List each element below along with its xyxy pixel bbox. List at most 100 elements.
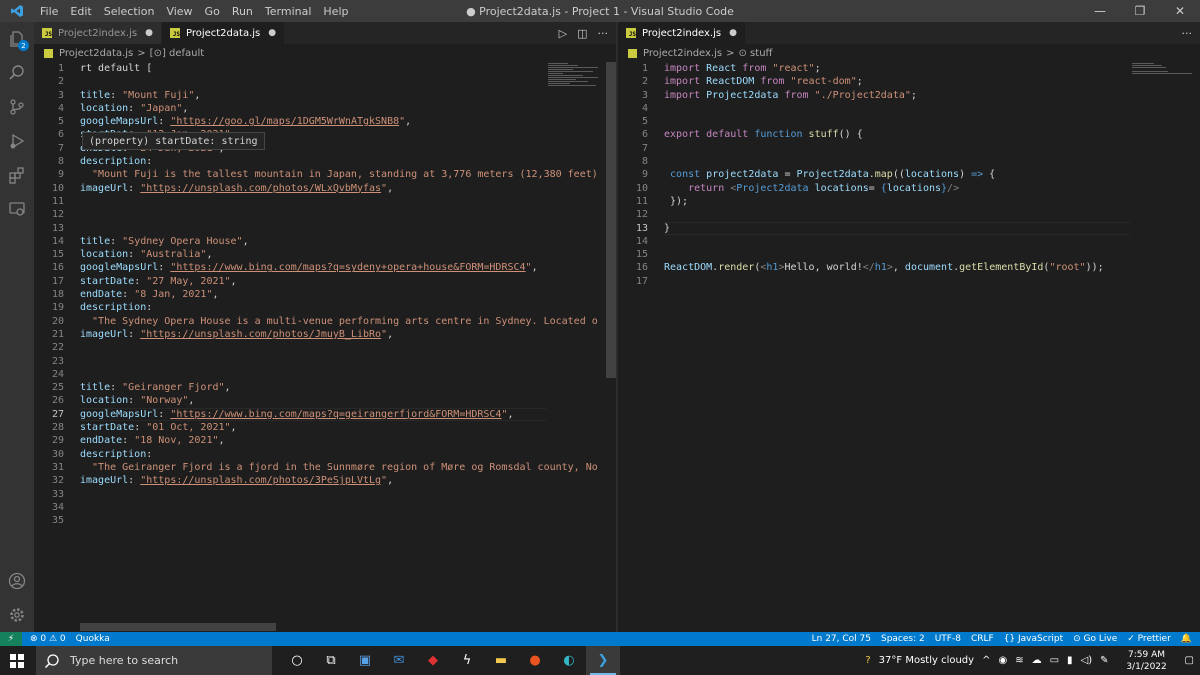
run-debug-button[interactable] <box>0 124 34 158</box>
menu-terminal[interactable]: Terminal <box>259 5 318 18</box>
store-app[interactable]: ▣ <box>348 646 382 675</box>
code-line[interactable]: 20 "The Sydney Opera House is a multi-ve… <box>34 315 616 328</box>
encoding[interactable]: UTF-8 <box>935 634 961 644</box>
notifications-icon[interactable]: 🔔 <box>1181 634 1192 644</box>
edge-app[interactable]: ◐ <box>552 646 586 675</box>
code-line[interactable]: 1 rt default [ <box>34 62 616 75</box>
code-line[interactable]: 22 <box>34 341 616 354</box>
breadcrumb-symbol[interactable]: ⊙ stuff <box>739 48 773 59</box>
minimap-left[interactable] <box>548 62 608 112</box>
cortana-button[interactable]: ○ <box>280 646 314 675</box>
antivirus-app[interactable]: ◆ <box>416 646 450 675</box>
breadcrumb-file[interactable]: Project2index.js <box>643 48 722 59</box>
start-button[interactable] <box>0 653 34 668</box>
code-line[interactable]: 16 ReactDOM.render(<h1>Hello, world!</h1>… <box>618 261 1200 274</box>
line-ending[interactable]: CRLF <box>971 634 994 644</box>
more-actions-icon[interactable]: ··· <box>598 27 609 40</box>
menu-view[interactable]: View <box>160 5 198 18</box>
task-view-button[interactable]: ⧉ <box>314 646 348 675</box>
code-line[interactable]: 7 <box>618 142 1200 155</box>
tab-project2index[interactable]: JS Project2index.js ● <box>34 22 162 44</box>
weather-widget[interactable]: 37°F Mostly cloudy <box>879 655 974 666</box>
code-line[interactable]: 17 startDate: "27 May, 2021", <box>34 275 616 288</box>
code-line[interactable]: 8 description: <box>34 155 616 168</box>
code-line[interactable]: 4 location: "Japan", <box>34 102 616 115</box>
code-line[interactable]: 6 export default function stuff() { <box>618 128 1200 141</box>
notification-center-icon[interactable]: ▢ <box>1185 655 1194 666</box>
wifi-icon[interactable]: ≋ <box>1015 655 1023 666</box>
quokka-status[interactable]: Quokka <box>76 634 110 644</box>
menu-file[interactable]: File <box>34 5 64 18</box>
code-line[interactable]: 27 googleMapsUrl: "https://www.bing.com/m… <box>34 407 616 422</box>
display-icon[interactable]: ▭ <box>1050 655 1059 666</box>
code-line[interactable]: 14 title: "Sydney Opera House", <box>34 235 616 248</box>
code-line[interactable]: 10 imageUrl: "https://unsplash.com/photos… <box>34 182 616 195</box>
horizontal-scrollbar[interactable] <box>80 623 276 631</box>
tab-project2index[interactable]: JS Project2index.js ● <box>618 22 746 44</box>
accounts-button[interactable] <box>0 564 34 598</box>
code-line[interactable]: 32 imageUrl: "https://unsplash.com/photos… <box>34 474 616 487</box>
maximize-button[interactable]: ❐ <box>1120 0 1160 22</box>
prettier-status[interactable]: ✓ Prettier <box>1127 634 1171 644</box>
volume-icon[interactable]: ◁) <box>1081 655 1093 666</box>
minimize-button[interactable]: — <box>1080 0 1120 22</box>
ubuntu-app[interactable]: ● <box>518 646 552 675</box>
code-line[interactable]: 34 <box>34 501 616 514</box>
code-line[interactable]: 2 <box>34 75 616 88</box>
network-icon[interactable]: ◉ <box>998 655 1007 666</box>
code-line[interactable]: 12 <box>34 208 616 221</box>
code-line[interactable]: 15 location: "Australia", <box>34 248 616 261</box>
taskbar-search-box[interactable]: Type here to search <box>36 646 272 675</box>
code-line[interactable]: 4 <box>618 102 1200 115</box>
more-actions-icon[interactable]: ··· <box>1182 27 1193 40</box>
code-line[interactable]: 8 <box>618 155 1200 168</box>
tab-project2data[interactable]: JS Project2data.js ● <box>161 22 286 44</box>
explorer-button[interactable]: 2 <box>0 22 34 56</box>
search-button[interactable] <box>0 56 34 90</box>
code-line[interactable]: 9 "Mount Fuji is the tallest mountain in… <box>34 168 616 181</box>
vscode-app[interactable]: ❯ <box>586 646 620 675</box>
cursor-position[interactable]: Ln 27, Col 75 <box>812 634 871 644</box>
minimap-right[interactable] <box>1132 62 1192 112</box>
source-control-button[interactable] <box>0 90 34 124</box>
code-line[interactable]: 12 <box>618 208 1200 221</box>
code-line[interactable]: 1 import React from "react"; <box>618 62 1200 75</box>
code-line[interactable]: 13 <box>34 222 616 235</box>
code-line[interactable]: 5 <box>618 115 1200 128</box>
remote-indicator[interactable]: ⚡ <box>0 632 22 646</box>
code-line[interactable]: 17 <box>618 275 1200 288</box>
code-line[interactable]: 29 endDate: "18 Nov, 2021", <box>34 434 616 447</box>
mail-app[interactable]: ✉ <box>382 646 416 675</box>
code-line[interactable]: 16 googleMapsUrl: "https://www.bing.com/m… <box>34 261 616 274</box>
code-line[interactable]: 3 import Project2data from "./Project2dat… <box>618 89 1200 102</box>
code-line[interactable]: 21 imageUrl: "https://unsplash.com/photos… <box>34 328 616 341</box>
go-live-button[interactable]: ⊙ Go Live <box>1073 634 1117 644</box>
menu-edit[interactable]: Edit <box>64 5 97 18</box>
menu-help[interactable]: Help <box>317 5 354 18</box>
code-line[interactable]: 18 endDate: "8 Jan, 2021", <box>34 288 616 301</box>
run-file-icon[interactable]: ▷ <box>559 27 567 40</box>
code-line[interactable]: 11 <box>34 195 616 208</box>
split-editor-icon[interactable]: ◫ <box>577 27 587 40</box>
breadcrumb-file[interactable]: Project2data.js <box>59 48 133 59</box>
code-line[interactable]: 14 <box>618 235 1200 248</box>
menu-selection[interactable]: Selection <box>98 5 161 18</box>
code-line[interactable]: 35 <box>34 514 616 527</box>
code-line[interactable]: 15 <box>618 248 1200 261</box>
code-line[interactable]: 23 <box>34 355 616 368</box>
clock[interactable]: 7:59 AM 3/1/2022 <box>1117 649 1177 673</box>
manage-button[interactable] <box>0 598 34 632</box>
remote-explorer-button[interactable] <box>0 192 34 226</box>
help-icon[interactable]: ? <box>865 655 870 666</box>
code-line[interactable]: 33 <box>34 488 616 501</box>
battery-icon[interactable]: ▮ <box>1067 655 1073 666</box>
code-line[interactable]: 9 const project2data = Project2data.map(… <box>618 168 1200 181</box>
code-line[interactable]: 5 googleMapsUrl: "https://goo.gl/maps/1DG… <box>34 115 616 128</box>
code-line[interactable]: 25 title: "Geiranger Fjord", <box>34 381 616 394</box>
menu-run[interactable]: Run <box>226 5 259 18</box>
code-line[interactable]: 24 <box>34 368 616 381</box>
vertical-scrollbar[interactable] <box>606 62 616 378</box>
language-mode[interactable]: {} JavaScript <box>1004 634 1063 644</box>
code-line[interactable]: 30 description: <box>34 448 616 461</box>
code-line[interactable]: 31 "The Geiranger Fjord is a fjord in th… <box>34 461 616 474</box>
